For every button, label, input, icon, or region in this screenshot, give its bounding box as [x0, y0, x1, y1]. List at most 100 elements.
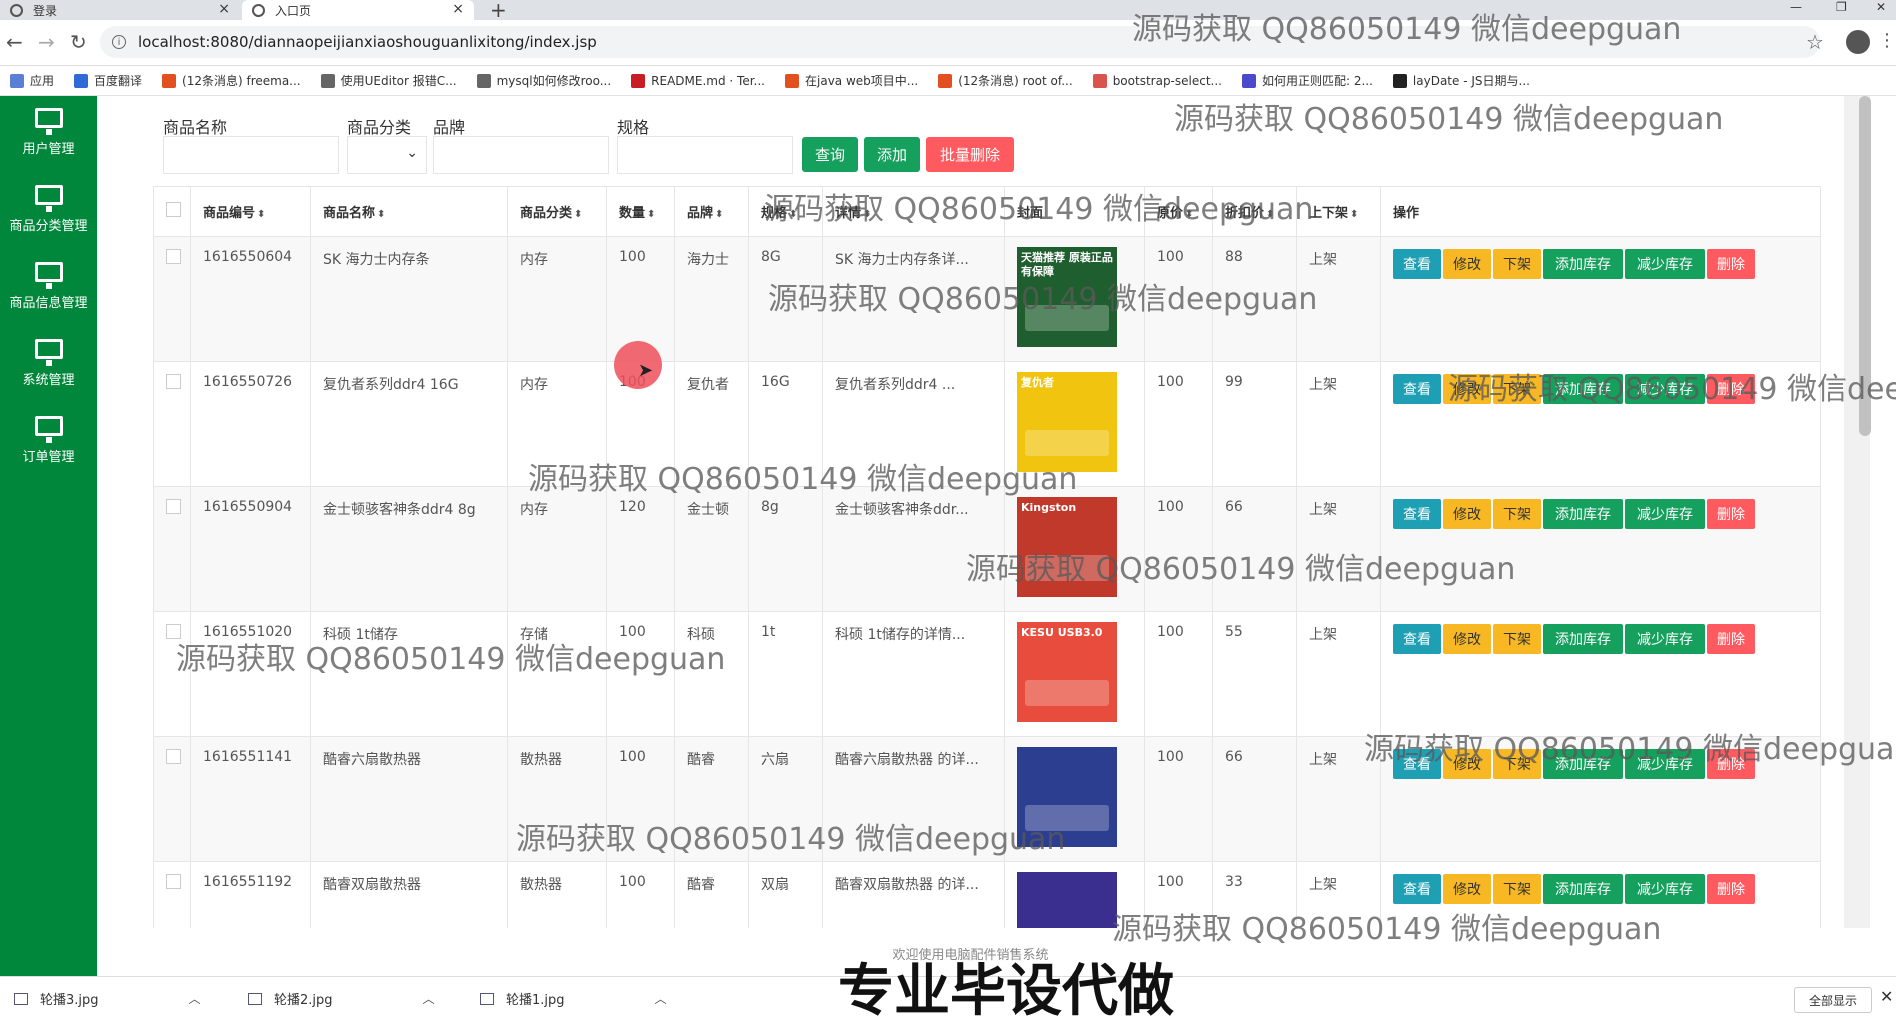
add-stock-button[interactable]: 添加库存	[1543, 749, 1623, 779]
row-checkbox[interactable]	[166, 874, 181, 889]
cover-image[interactable]: 复仇者	[1017, 372, 1117, 472]
edit-button[interactable]: 修改	[1443, 624, 1491, 654]
row-checkbox[interactable]	[166, 374, 181, 389]
bookmark-star-icon[interactable]: ☆	[1806, 30, 1824, 54]
tab-login[interactable]: 登录 ×	[0, 0, 240, 20]
delete-button[interactable]: 删除	[1707, 749, 1755, 779]
add-stock-button[interactable]: 添加库存	[1543, 249, 1623, 279]
row-checkbox[interactable]	[166, 249, 181, 264]
view-button[interactable]: 查看	[1393, 624, 1441, 654]
row-checkbox[interactable]	[166, 499, 181, 514]
profile-icon[interactable]	[1846, 30, 1870, 54]
edit-button[interactable]: 修改	[1443, 249, 1491, 279]
close-icon[interactable]: ✕	[1880, 987, 1893, 1006]
delete-button[interactable]: 删除	[1707, 374, 1755, 404]
view-button[interactable]: 查看	[1393, 749, 1441, 779]
th-discount[interactable]: 折扣价 ⬍	[1212, 186, 1297, 237]
add-stock-button[interactable]: 添加库存	[1543, 874, 1623, 904]
name-input[interactable]	[163, 136, 339, 174]
delete-button[interactable]: 删除	[1707, 624, 1755, 654]
unlist-button[interactable]: 下架	[1493, 749, 1541, 779]
th-name[interactable]: 商品名称 ⬍	[310, 186, 508, 237]
reduce-stock-button[interactable]: 减少库存	[1625, 249, 1705, 279]
delete-button[interactable]: 删除	[1707, 874, 1755, 904]
th-qty[interactable]: 数量 ⬍	[606, 186, 675, 237]
download-item[interactable]: 轮播3.jpg ︿	[14, 989, 201, 1008]
brand-input[interactable]	[433, 136, 609, 174]
bookmark-item[interactable]: mysql如何修改roo...	[476, 72, 611, 89]
view-button[interactable]: 查看	[1393, 874, 1441, 904]
sidebar-item-products[interactable]: 商品信息管理	[0, 250, 97, 320]
sidebar-item-orders[interactable]: 订单管理	[0, 404, 97, 474]
download-item[interactable]: 轮播2.jpg ︿	[248, 989, 435, 1008]
edit-button[interactable]: 修改	[1443, 374, 1491, 404]
cover-image[interactable]: Kingston	[1017, 497, 1117, 597]
unlist-button[interactable]: 下架	[1493, 624, 1541, 654]
bookmark-item[interactable]: 百度翻译	[74, 72, 142, 89]
add-stock-button[interactable]: 添加库存	[1543, 499, 1623, 529]
tab-index[interactable]: 入口页 ×	[242, 0, 474, 20]
unlist-button[interactable]: 下架	[1493, 874, 1541, 904]
minimize-icon[interactable]: —	[1790, 0, 1802, 14]
view-button[interactable]: 查看	[1393, 499, 1441, 529]
bookmark-item[interactable]: 如何用正则匹配: 2...	[1241, 72, 1373, 89]
restore-icon[interactable]: ❐	[1836, 0, 1847, 14]
close-icon[interactable]: ×	[218, 1, 230, 17]
reduce-stock-button[interactable]: 减少库存	[1625, 374, 1705, 404]
category-select[interactable]: ⌄	[347, 136, 427, 174]
bookmark-item[interactable]: layDate - JS日期与...	[1392, 72, 1530, 89]
select-all-checkbox[interactable]	[166, 202, 181, 217]
sidebar-item-categories[interactable]: 商品分类管理	[0, 173, 97, 243]
more-menu-icon[interactable]: ⋮	[1878, 30, 1896, 51]
cover-image[interactable]: 天猫推荐 原装正品有保障	[1017, 247, 1117, 347]
spec-input[interactable]	[617, 136, 793, 174]
download-item[interactable]: 轮播1.jpg ︿	[480, 989, 667, 1008]
url-input[interactable]: i localhost:8080/diannaopeijianxiaoshoug…	[100, 26, 1820, 58]
bookmark-item[interactable]: bootstrap-select...	[1092, 73, 1222, 88]
back-icon[interactable]: ←	[6, 30, 23, 54]
reload-icon[interactable]: ↻	[70, 30, 87, 54]
th-price[interactable]: 原价 ⬍	[1144, 186, 1213, 237]
show-all-button[interactable]: 全部显示	[1794, 987, 1872, 1013]
close-icon[interactable]: ×	[452, 1, 464, 17]
th-spec[interactable]: 规格 ⬍	[748, 186, 823, 237]
sidebar-item-system[interactable]: 系统管理	[0, 327, 97, 397]
edit-button[interactable]: 修改	[1443, 749, 1491, 779]
unlist-button[interactable]: 下架	[1493, 249, 1541, 279]
sidebar-item-users[interactable]: 用户管理	[0, 96, 97, 166]
new-tab-icon[interactable]: +	[490, 0, 507, 22]
reduce-stock-button[interactable]: 减少库存	[1625, 874, 1705, 904]
row-checkbox[interactable]	[166, 624, 181, 639]
th-brand[interactable]: 品牌 ⬍	[674, 186, 749, 237]
bookmark-item[interactable]: 使用UEditor 报错C...	[320, 72, 457, 89]
bookmark-item[interactable]: 在java web项目中...	[785, 72, 918, 89]
add-stock-button[interactable]: 添加库存	[1543, 374, 1623, 404]
bookmark-item[interactable]: README.md · Ter...	[631, 73, 765, 88]
cover-image[interactable]	[1017, 872, 1117, 928]
unlist-button[interactable]: 下架	[1493, 499, 1541, 529]
bookmark-item[interactable]: (12条消息) freema...	[162, 72, 301, 89]
cover-image[interactable]	[1017, 747, 1117, 847]
row-checkbox[interactable]	[166, 749, 181, 764]
view-button[interactable]: 查看	[1393, 249, 1441, 279]
add-button[interactable]: 添加	[864, 137, 920, 172]
chevron-up-icon[interactable]: ︿	[189, 990, 201, 1007]
forward-icon[interactable]: →	[38, 30, 55, 54]
th-category[interactable]: 商品分类 ⬍	[507, 186, 607, 237]
query-button[interactable]: 查询	[802, 137, 858, 172]
reduce-stock-button[interactable]: 减少库存	[1625, 499, 1705, 529]
bookmark-item[interactable]: 应用	[10, 72, 54, 89]
window-close-icon[interactable]: ✕	[1876, 0, 1886, 14]
edit-button[interactable]: 修改	[1443, 874, 1491, 904]
view-button[interactable]: 查看	[1393, 374, 1441, 404]
unlist-button[interactable]: 下架	[1493, 374, 1541, 404]
th-detail[interactable]: 详情 ⬍	[822, 186, 1005, 237]
edit-button[interactable]: 修改	[1443, 499, 1491, 529]
chevron-up-icon[interactable]: ︿	[423, 990, 435, 1007]
info-icon[interactable]: i	[112, 35, 126, 49]
batch-delete-button[interactable]: 批量删除	[926, 137, 1014, 172]
reduce-stock-button[interactable]: 减少库存	[1625, 749, 1705, 779]
scrollbar-thumb[interactable]	[1859, 96, 1871, 436]
bookmark-item[interactable]: (12条消息) root of...	[938, 72, 1073, 89]
chevron-up-icon[interactable]: ︿	[655, 990, 667, 1007]
